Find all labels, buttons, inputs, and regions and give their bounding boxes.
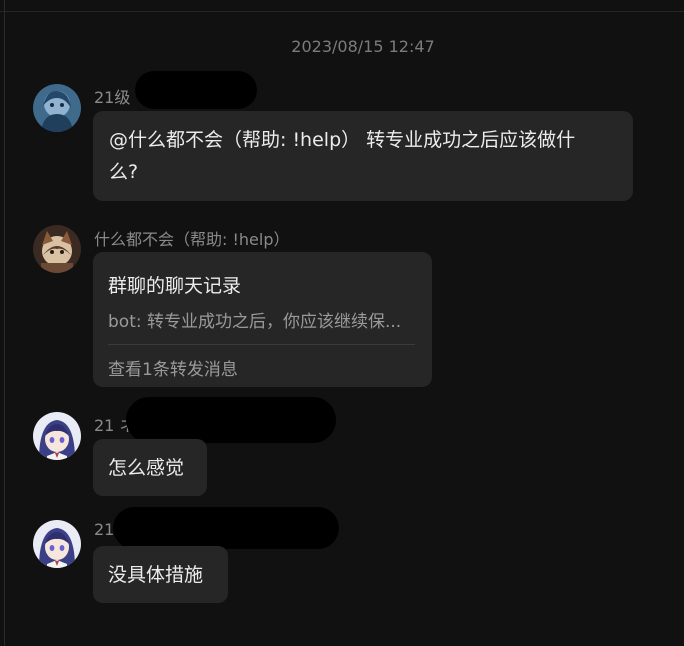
sender-name: 什么都不会（帮助: !help）	[94, 230, 290, 249]
message-bubble[interactable]: 没具体措施	[93, 546, 228, 603]
redaction-mark	[135, 71, 257, 109]
message-bubble[interactable]: 怎么感觉	[93, 439, 207, 496]
sender-name: 21级	[94, 88, 131, 107]
message-text: 怎么感觉	[108, 457, 185, 479]
forwarded-record-card[interactable]: 群聊的聊天记录 bot: 转专业成功之后，你应该继续保... 查看1条转发消息	[93, 252, 432, 387]
left-panel-divider	[4, 0, 5, 646]
redaction-mark	[113, 507, 339, 549]
user-avatar[interactable]	[33, 520, 81, 568]
message-text-line-1: @什么都不会（帮助: !help） 转专业成功之后应该做什	[109, 129, 576, 151]
chat-timestamp: 2023/08/15 12:47	[291, 37, 435, 56]
user-avatar[interactable]	[33, 84, 81, 132]
forward-preview: bot: 转专业成功之后，你应该继续保...	[108, 312, 402, 332]
message-bubble[interactable]: @什么都不会（帮助: !help） 转专业成功之后应该做什 么?	[93, 111, 633, 201]
user-avatar[interactable]	[33, 412, 81, 460]
message-text-line-2: 么?	[109, 161, 139, 183]
message-text: 没具体措施	[108, 564, 204, 586]
redaction-mark	[126, 397, 336, 443]
forward-divider	[108, 344, 415, 345]
sender-name: 21	[94, 520, 115, 539]
view-forwarded-messages-link[interactable]: 查看1条转发消息	[108, 354, 238, 386]
bot-avatar[interactable]	[33, 225, 81, 273]
top-divider	[0, 11, 684, 12]
forward-title: 群聊的聊天记录	[108, 275, 242, 297]
